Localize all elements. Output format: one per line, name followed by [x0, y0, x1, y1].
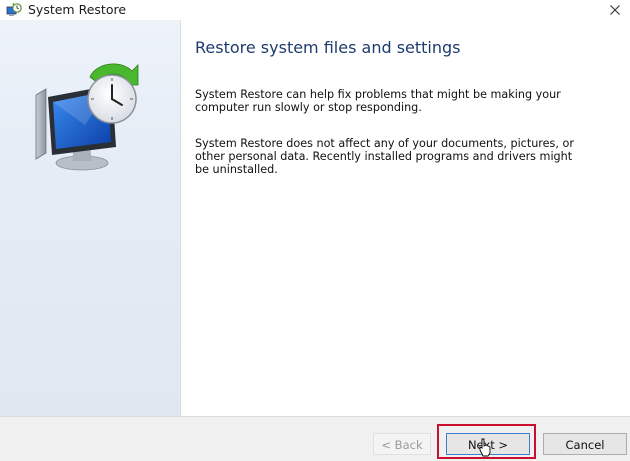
system-restore-window: System Restore Restore system files and …	[0, 0, 630, 461]
close-button[interactable]	[600, 0, 630, 20]
restore-illustration-icon	[30, 55, 150, 180]
window-title: System Restore	[28, 2, 127, 17]
cancel-button[interactable]: Cancel	[543, 433, 627, 455]
sidebar-panel	[0, 20, 181, 416]
close-icon	[610, 5, 620, 15]
main-content: Restore system files and settings System…	[181, 20, 630, 416]
description-paragraph-1: System Restore can help fix problems tha…	[195, 88, 561, 114]
system-restore-icon	[6, 2, 22, 18]
description-paragraph-2: System Restore does not affect any of yo…	[195, 137, 574, 176]
title-bar: System Restore	[0, 0, 630, 20]
back-button[interactable]: < Back	[373, 433, 431, 455]
next-button[interactable]: Next >	[446, 433, 530, 455]
button-bar: < Back Next > Cancel	[0, 416, 630, 461]
page-title: Restore system files and settings	[195, 38, 461, 57]
